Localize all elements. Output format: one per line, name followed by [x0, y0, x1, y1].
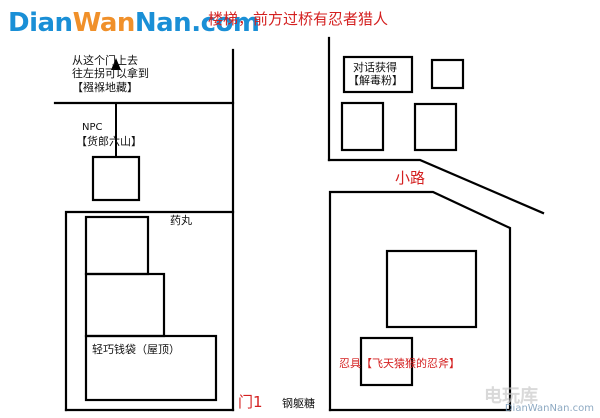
left-building-outline [64, 210, 235, 412]
npc-house [91, 155, 141, 202]
box-mid-left [340, 101, 385, 152]
purse-label: 轻巧钱袋（屋顶） [92, 343, 180, 356]
dialog-line2: 【解毒粉】 [348, 74, 403, 87]
box-mid-right [413, 102, 458, 152]
map-title: 楼梯，前方过桥有忍者猎人 [208, 10, 389, 28]
candy-label: 钢躯糖 [282, 397, 315, 410]
small-box-right [430, 58, 465, 90]
pill-label: 药丸 [170, 214, 192, 227]
logo-part3: Nan [134, 8, 192, 38]
right-area-outline [328, 190, 512, 412]
path-small-road [327, 158, 545, 215]
right-inner-large-box [385, 249, 478, 329]
hint-line1: 从这个门上去 [72, 54, 138, 67]
left-box-top [84, 215, 150, 276]
ninja-tool-label: 忍具【飞天猿猴的忍斧】 [339, 357, 460, 370]
map-canvas: DianWanNan.com 楼梯，前方过桥有忍者猎人 从这个门上去 往左拐可以… [0, 0, 600, 418]
path-label: 小路 [395, 169, 426, 187]
watermark-site: DianWanNan.com [504, 403, 594, 414]
logo-part2: Wan [72, 8, 136, 38]
left-box-middle [84, 272, 166, 338]
hint-line3: 【襁褓地藏】 [72, 81, 138, 94]
npc-line2: 【货郎六山】 [76, 135, 142, 148]
gate-label: 门1 [238, 393, 263, 411]
hint-line2: 往左拐可以拿到 [72, 67, 149, 80]
logo-part1: Dian [8, 8, 73, 38]
dialog-line1: 对话获得 [353, 61, 397, 74]
npc-line1: NPC [82, 122, 103, 133]
